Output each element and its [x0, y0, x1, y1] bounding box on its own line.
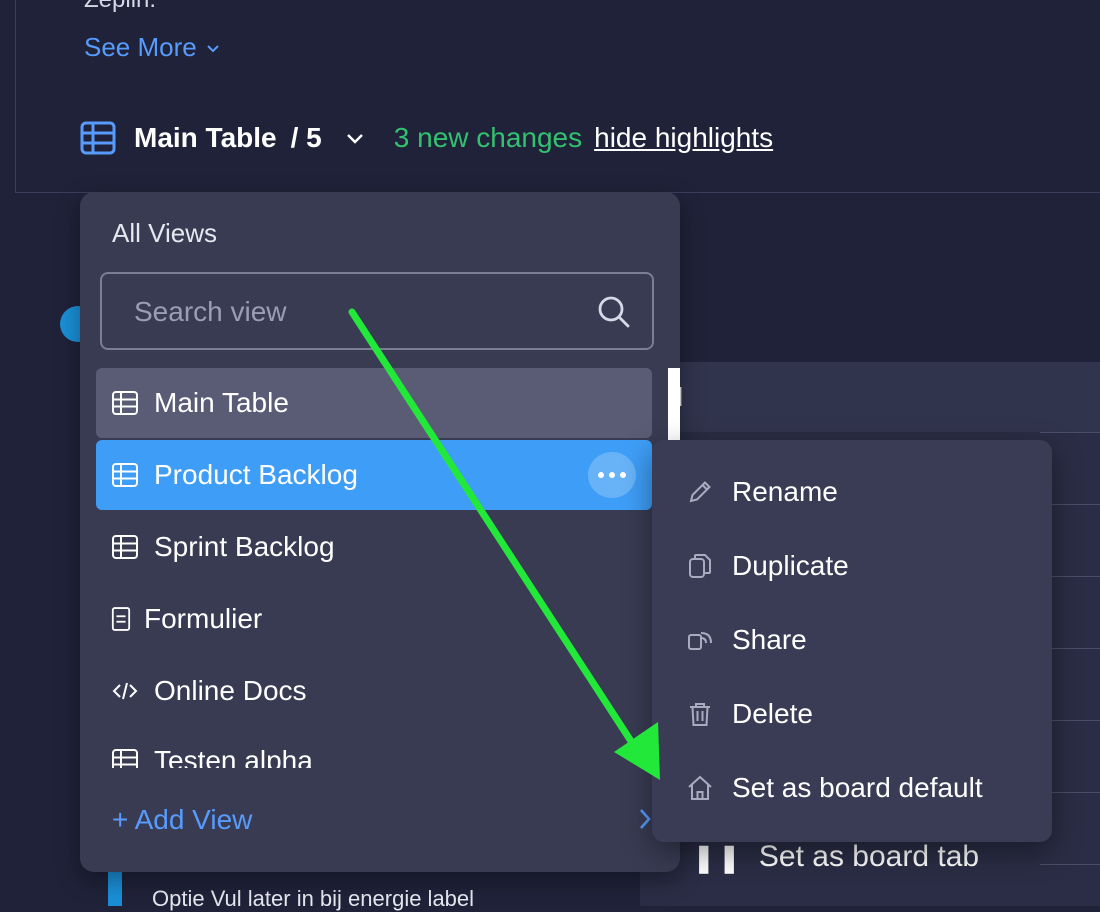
menu-item-label: Duplicate — [732, 550, 849, 581]
view-item-label: Testen alpha — [154, 745, 313, 768]
row-item-name[interactable]: Optie Vul later in bij energie label — [152, 886, 474, 912]
view-item-main-table[interactable]: Main Table — [96, 368, 652, 438]
scrollbar-thumb[interactable] — [668, 368, 680, 440]
table-icon — [110, 388, 140, 418]
group-color-bar — [108, 870, 122, 906]
search-icon[interactable] — [596, 294, 632, 330]
menu-item-label: Delete — [732, 698, 813, 729]
view-options-menu: Rename Duplicate Share Delete Set as boa… — [652, 440, 1052, 842]
hide-highlights-link[interactable]: hide highlights — [594, 122, 773, 154]
view-item-testen-alpha[interactable]: Testen alpha — [96, 726, 652, 768]
pencil-icon — [684, 476, 716, 508]
search-view-box[interactable] — [100, 272, 654, 350]
code-icon — [110, 676, 140, 706]
view-item-label: Sprint Backlog — [154, 531, 335, 562]
menu-item-rename[interactable]: Rename — [652, 460, 1052, 524]
left-divider — [15, 0, 16, 192]
view-options-button[interactable] — [588, 452, 636, 498]
set-as-board-tab-label: Set as board tab — [758, 840, 980, 873]
current-view-name[interactable]: Main Table — [134, 122, 277, 154]
table-view-icon — [80, 120, 116, 156]
table-icon — [110, 460, 140, 490]
view-item-label: Product Backlog — [154, 459, 358, 490]
row-divider — [1040, 432, 1100, 433]
menu-item-label: Share — [732, 624, 807, 655]
form-icon — [110, 604, 132, 634]
board-description-tail: Zeplin. — [84, 0, 156, 14]
view-item-sprint-backlog[interactable]: Sprint Backlog — [96, 512, 652, 582]
view-count: / 5 — [290, 122, 322, 153]
see-more-link[interactable]: See More — [84, 32, 221, 63]
menu-item-label: Rename — [732, 476, 838, 507]
chevron-down-icon — [346, 134, 363, 144]
set-as-board-tab-option[interactable]: ❚❚ Set as board tab — [692, 840, 979, 874]
menu-item-delete[interactable]: Delete — [652, 682, 1052, 746]
view-item-formulier[interactable]: Formulier — [96, 584, 652, 654]
views-list: Main Table Product Backlog Sprint Backlo… — [96, 368, 656, 768]
view-item-product-backlog[interactable]: Product Backlog — [96, 440, 652, 510]
menu-item-label: Set as board default — [732, 772, 983, 803]
view-item-label: Online Docs — [154, 675, 307, 706]
view-item-online-docs[interactable]: Online Docs — [96, 656, 652, 726]
views-dropdown-toggle[interactable] — [344, 127, 366, 149]
pause-icon: ❚❚ — [692, 841, 743, 873]
all-views-title: All Views — [112, 218, 218, 248]
add-view-button[interactable]: + Add View — [112, 804, 252, 836]
view-item-label: Main Table — [154, 387, 289, 418]
home-icon — [684, 772, 716, 804]
see-more-label: See More — [84, 32, 197, 62]
table-icon — [110, 746, 140, 768]
more-dots-icon — [598, 472, 626, 478]
chevron-down-icon — [207, 44, 219, 52]
search-view-input[interactable] — [134, 292, 574, 332]
all-views-dropdown: All Views Main Table Product Backlog Spr… — [80, 192, 680, 872]
column-header — [640, 362, 1100, 432]
table-icon — [110, 532, 140, 562]
menu-item-set-board-default[interactable]: Set as board default — [652, 756, 1052, 820]
share-icon — [684, 624, 716, 656]
view-item-label: Formulier — [144, 603, 263, 634]
trash-icon — [684, 698, 716, 730]
menu-item-share[interactable]: Share — [652, 608, 1052, 672]
menu-item-duplicate[interactable]: Duplicate — [652, 534, 1052, 598]
new-changes-text: 3 new changes — [393, 122, 583, 153]
board-view-header: Main Table / 5 3 new changes hide highli… — [80, 118, 773, 158]
duplicate-icon — [684, 550, 716, 582]
row-divider — [1040, 864, 1100, 865]
